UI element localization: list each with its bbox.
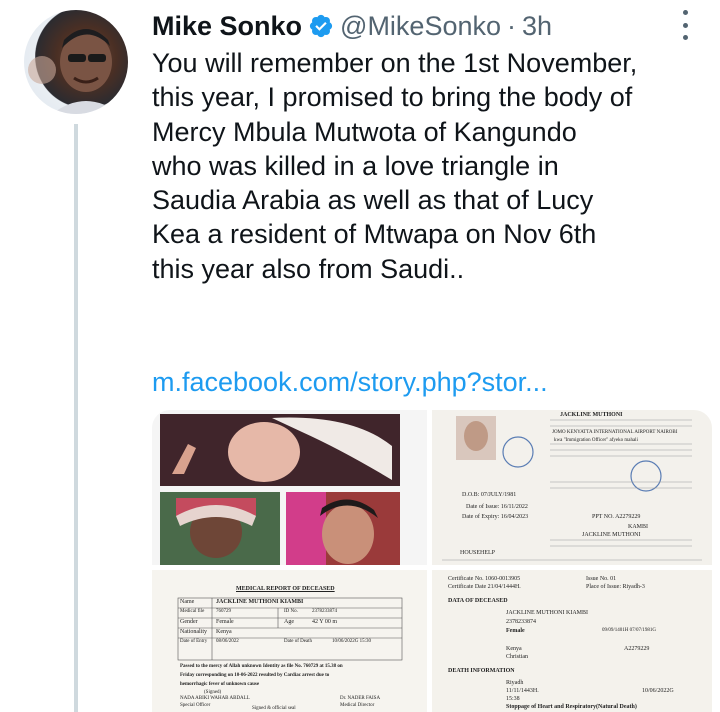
medical-file-label: Medical file [180,609,205,614]
medical-signatory-left: NADA ABIKI WAHAB ABDALL [180,696,250,701]
tweet-text-line: this year, I promised to bring the body … [152,82,633,113]
cert-section-death: DEATH INFORMATION [448,668,515,674]
passport-dob: D.O.B: 07/JULY/1981 [462,492,517,498]
cert-number: Certificate No. 1060-0013905 [448,576,521,582]
tweet-text-line: Saudia Arabia as well as that of Lucy [152,185,594,216]
medical-id-value: 2378233874 [312,609,337,614]
cert-date-of-death: 11/11/1443H. [506,688,539,694]
medical-body-line: Passed to the mercy of Allah unknown Ide… [180,664,343,669]
photo-collage[interactable] [152,410,427,565]
media-grid: JACKLINE MUTHONI JOMO KENYATTA INTERNATI… [152,410,712,712]
passport-issue: Date of Issue: 16/11/2022 [466,504,528,510]
medical-body-line: Friday corresponding on 10-06-2022 resul… [180,673,330,678]
medical-gender-value: Female [216,619,234,625]
more-options-icon[interactable] [678,10,692,40]
death-certificate-scan[interactable]: Certificate No. 1060-0013905 Issue No. 0… [432,570,712,712]
medical-entry-label: Date of Entry [180,639,208,644]
tweet-text: You will remember on the 1st November, t… [152,46,712,286]
medical-age-value: 42 Y 00 m [312,619,338,625]
cert-passport: A2279229 [624,646,650,652]
medical-report-scan[interactable]: MEDICAL REPORT OF DECEASED Name JACKLINE… [152,570,427,712]
passport-expiry: Date of Expiry: 16/04/2023 [462,514,529,520]
medical-death-value: 10/06/2022G 15:30 [332,639,372,644]
medical-age-label: Age [284,619,294,625]
cert-reg-no: 2378233874 [506,619,536,625]
cert-nationality: Kenya [506,646,522,652]
medical-gender-label: Gender [180,619,198,625]
tweet-text-line: Kea a resident of Mtwapa on Nov 6th [152,219,597,250]
medical-nationality-value: Kenya [216,629,232,635]
cert-sex: Female [506,628,525,634]
profile-avatar[interactable] [24,10,128,114]
medical-body-line: hemorrhagic fever of unknown cause [180,682,260,687]
cert-place-issue: Place of Issue: Riyadh-3 [586,584,645,590]
cert-issue-number: Issue No. 01 [586,576,617,582]
tweet-timestamp[interactable]: 3h [522,11,552,42]
passport-occupation: HOUSEHELP [460,550,496,556]
passport-holder: JACKLINE MUTHONI [582,532,641,538]
cert-cause: Stoppage of Heart and Respiratory(Natura… [506,704,637,710]
cert-corresponding: 10/06/2022G [642,688,674,694]
cert-section-deceased: DATA OF DECEASED [448,598,508,604]
medical-signatory-right: Dr. NADER FAISA [340,696,381,701]
medical-file-value: 760729 [216,609,231,614]
cert-time: 15:38 [506,696,520,702]
medical-entry-value: 08/06/2022 [216,639,239,644]
medical-footer: Signed & official seal [252,706,296,711]
medical-nationality-label: Nationality [180,629,207,635]
medical-role-left: Special Officer [180,703,211,708]
cert-religion: Christian [506,654,528,660]
tweet-link[interactable]: m.facebook.com/story.php?stor... [152,367,548,398]
display-name[interactable]: Mike Sonko [152,11,302,42]
tweet-text-line: Mercy Mbula Mutwota of Kangundo [152,116,577,147]
medical-name-label: Name [180,599,195,605]
user-handle[interactable]: @MikeSonko [340,11,501,42]
medical-role-right: Medical Director [340,703,375,708]
tweet-text-line: You will remember on the 1st November, [152,48,638,78]
cert-name: JACKLINE MUTHONI KIAMBI [506,610,588,616]
thread-line [74,124,78,712]
cert-place-of-death: Riyadh [506,680,524,686]
passport-scan[interactable]: JACKLINE MUTHONI JOMO KENYATTA INTERNATI… [432,410,712,565]
cert-date: Certificate Date 21/04/1444H. [448,584,521,590]
verified-badge-icon [309,14,333,38]
tweet-text-line: this year also from Saudi.. [152,253,465,284]
medical-signed: (Signed) [204,690,222,695]
medical-death-label: Date of Death [284,639,313,644]
tweet-text-line: who was killed in a love triangle in [152,150,559,181]
separator-dot: · [507,10,517,41]
medical-name-value: JACKLINE MUTHONI KIAMBI [216,599,304,605]
passport-ppt: PPT NO. A2279229 [592,514,641,520]
tweet-header: Mike Sonko @MikeSonko · 3h [152,8,552,44]
passport-place: KAMBI [628,524,649,530]
medical-id-label: ID No. [284,609,298,614]
cert-dob: 09/09/1401H 07/07/1981G [602,628,657,633]
